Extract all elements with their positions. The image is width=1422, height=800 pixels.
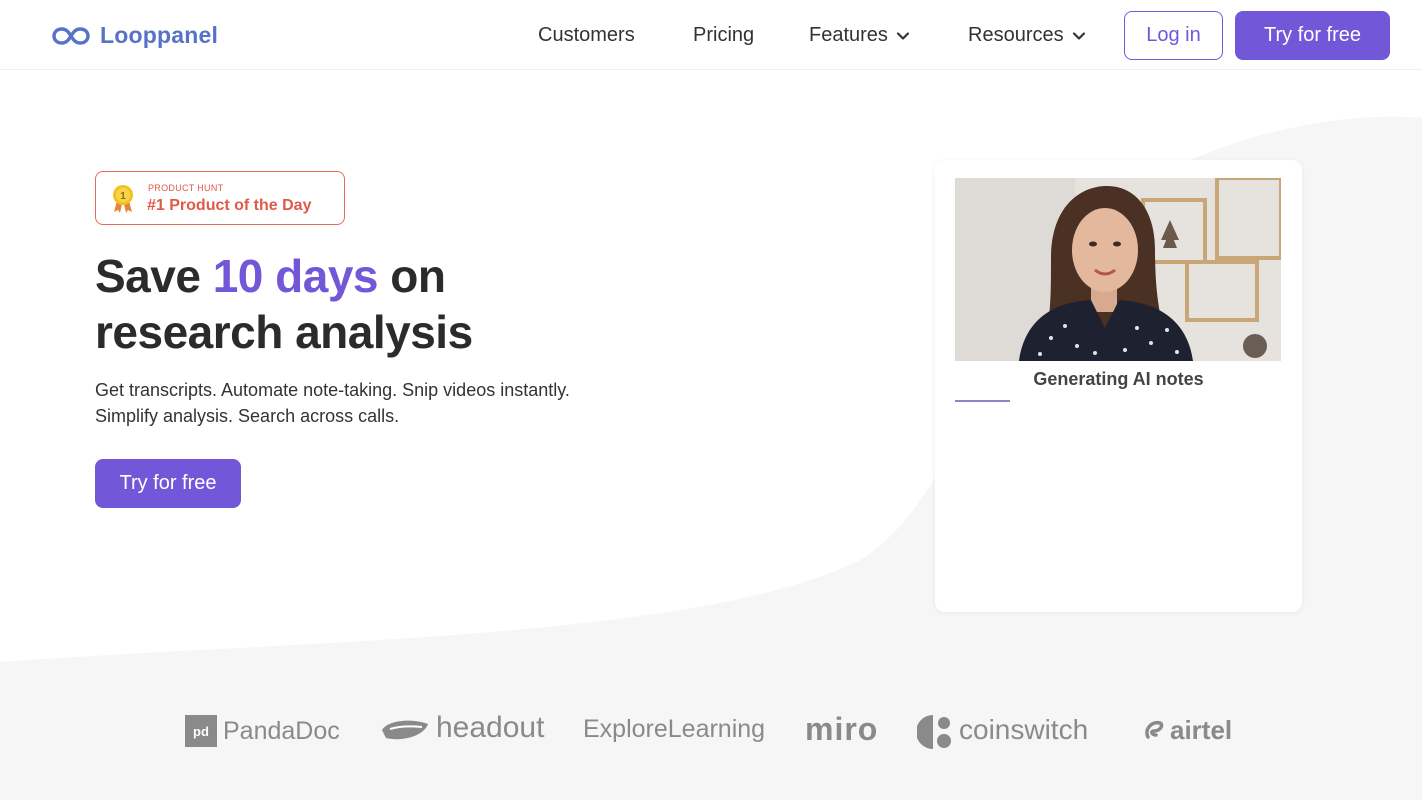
nav-features-label: Features	[809, 24, 888, 46]
coinswitch-logo-icon	[917, 715, 951, 749]
notes-progress-bar	[955, 400, 1010, 402]
product-hunt-badge[interactable]: 1 PRODUCT HUNT #1 Product of the Day	[95, 171, 345, 225]
pandadoc-name: PandaDoc	[223, 716, 340, 745]
explorelearning-name: ExploreLearning	[583, 715, 766, 743]
hero-title: Save 10 days on research analysis	[95, 248, 695, 360]
hero-title-accent: 10 days	[212, 250, 379, 302]
brand-explorelearning: ExploreLearning	[583, 715, 765, 744]
logo-text: Looppanel	[100, 22, 219, 48]
hero-subtitle-line1: Get transcripts. Automate note-taking. S…	[95, 380, 570, 400]
badge-small-text: PRODUCT HUNT	[148, 183, 224, 193]
medal-icon: 1	[113, 185, 133, 213]
card-status-label: Generating AI notes	[1033, 369, 1204, 389]
badge-main-text: #1 Product of the Day	[147, 197, 312, 214]
logo[interactable]: Looppanel	[52, 22, 218, 49]
brand-headout: headout	[380, 711, 544, 745]
hero-title-part1: Save	[95, 250, 213, 302]
infinity-icon	[52, 26, 90, 45]
nav-pricing[interactable]: Pricing	[693, 24, 754, 47]
try-for-free-hero-button[interactable]: Try for free	[95, 459, 241, 508]
coinswitch-name: coinswitch	[959, 714, 1089, 745]
brand-miro: miro	[805, 711, 878, 748]
headout-logo-icon	[382, 720, 428, 740]
hero-title-line2: research analysis	[95, 306, 473, 358]
brand-coinswitch: coinswitch	[917, 714, 1089, 749]
nav-resources-label: Resources	[968, 24, 1064, 46]
hero-subtitle: Get transcripts. Automate note-taking. S…	[95, 377, 695, 429]
chevron-down-icon	[1072, 31, 1085, 40]
airtel-logo-icon	[1145, 720, 1164, 739]
customer-logos: pd PandaDoc headout ExploreLearning miro…	[0, 705, 1422, 765]
svg-text:pd: pd	[193, 724, 209, 739]
nav-customers[interactable]: Customers	[538, 24, 635, 47]
pandadoc-logo-icon: pd	[185, 715, 217, 747]
nav-features[interactable]: Features	[809, 24, 910, 47]
demo-video-card: Generating AI notes	[935, 160, 1302, 612]
airtel-name: airtel	[1170, 715, 1233, 745]
demo-video[interactable]	[955, 178, 1281, 361]
brand-pandadoc: pd PandaDoc	[185, 715, 340, 747]
hero-subtitle-line2: Simplify analysis. Search across calls.	[95, 406, 400, 426]
login-button[interactable]: Log in	[1124, 11, 1223, 60]
brand-airtel: airtel	[1144, 715, 1232, 746]
nav-customers-label: Customers	[538, 24, 635, 46]
try-for-free-header-button[interactable]: Try for free	[1235, 11, 1390, 60]
miro-name: miro	[805, 711, 879, 747]
nav-resources[interactable]: Resources	[968, 24, 1086, 47]
headout-name: headout	[436, 711, 545, 744]
site-header: Looppanel Customers Pricing Features Res…	[0, 0, 1422, 70]
nav-pricing-label: Pricing	[693, 24, 755, 46]
svg-text:1: 1	[120, 191, 126, 202]
chevron-down-icon	[896, 31, 910, 40]
video-frame-image	[955, 178, 1281, 361]
hero-title-part2: on	[378, 250, 446, 302]
